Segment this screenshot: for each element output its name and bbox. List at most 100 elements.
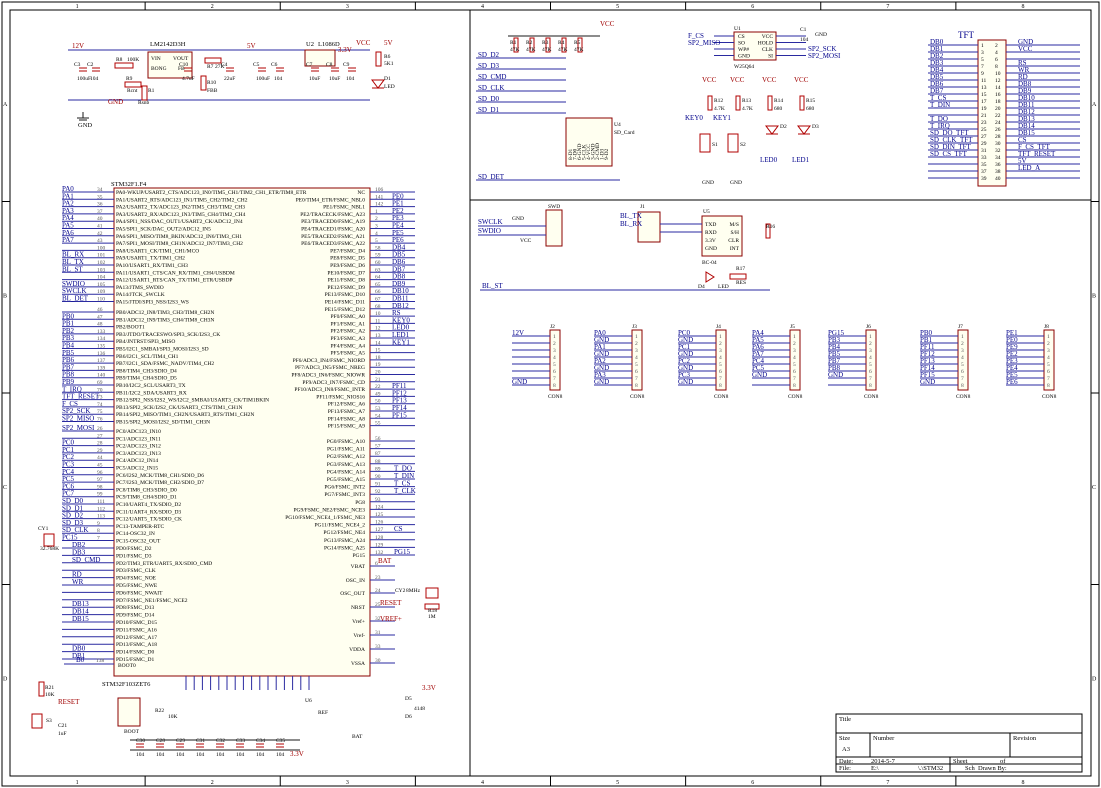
svg-text:GND: GND (512, 216, 524, 222)
mcu-pin-number: 22 (375, 384, 381, 390)
mcu-pin-number: 139 (97, 365, 106, 371)
flash-pin-left: WP# (738, 47, 749, 53)
cap-value: 104 (176, 752, 185, 758)
mcu-pin-function: PE6/TRACED3/FSMC_A22 (301, 241, 365, 247)
svg-text:SD_Card: SD_Card (614, 130, 635, 136)
header-pin-number: 5 (719, 362, 722, 368)
grid-col-label: 7 (886, 4, 889, 10)
mcu-pin-function: PG3/FSMC_A13 (327, 462, 365, 468)
mcu-pin-number: 21 (375, 377, 381, 383)
header-name: CON8 (714, 394, 729, 400)
resistor-r9 (124, 81, 142, 88)
mcu-pin-function: PC10/UART4_TX/SDIO_D2 (116, 502, 181, 508)
regulator-part: LM2142D3H (150, 41, 186, 48)
mcu-pin-function: PD0/FSMC_D2 (116, 546, 152, 552)
crystal-cy2 (425, 587, 439, 599)
svg-text:SP2_MOSI: SP2_MOSI (808, 52, 841, 60)
header-pin-number: 5 (793, 362, 796, 368)
resistor-label: R12 (714, 98, 723, 104)
svg-text:R17: R17 (736, 266, 745, 272)
svg-text:D6: D6 (405, 714, 412, 720)
cap-value: 104 (136, 752, 145, 758)
header-pin-number: 7 (869, 376, 872, 382)
mcu-pin-function: PB9/TIM4_CH4/SDIO_D5 (116, 376, 177, 382)
mcu-pin-number: 37 (97, 209, 103, 215)
mcu-pin-function: PA10/USART1_RX/TIM1_CH3 (116, 263, 188, 269)
header-name: CON8 (630, 394, 645, 400)
power-section: 12V 5V 3.3V VCC 5V GND LM2142D3H VIN VOU… (68, 39, 395, 129)
sd-net-label: SD_CMD (478, 73, 506, 81)
svg-text:U4: U4 (614, 122, 621, 128)
mcu-pin-function: PA2/USART2_TX/ADC123_IN2/TIM5_CH3/TIM2_C… (116, 205, 245, 211)
tft-pin-number: 28 (995, 134, 1001, 140)
mcu-pin-function: PG7/FSMC_INT3 (324, 492, 365, 498)
mcu-pin-number: 44 (97, 455, 103, 461)
resistor-r1 (141, 85, 148, 101)
grid-col-label: 1 (76, 780, 79, 786)
cap-label: C7 (306, 62, 313, 68)
mcu-pin-number: 60 (375, 260, 381, 266)
header-pin-number: 8 (635, 383, 638, 389)
tft-pin-number: 25 (981, 127, 987, 133)
mcu-pin-function: PE5/TRACED2/FSMC_A21 (301, 234, 365, 240)
cap-label: C3 (74, 62, 81, 68)
header-pin-number: 6 (869, 369, 872, 375)
cap-label: C5 (253, 62, 260, 68)
mcu-pin-number: 57 (375, 444, 381, 450)
resistor-r21 (38, 681, 45, 697)
cap-value: 104 (346, 76, 355, 82)
resistor-label: R5 (574, 40, 581, 46)
resistor-value: 47K (558, 47, 568, 53)
mcu-ref: STM32F103ZET6 (102, 681, 151, 688)
headers-section: J2CON8112V2345678GNDJ3CON81PA02GND3PA14G… (512, 324, 1057, 400)
mcu-pin-function: PF11/FSMC_NIOS16 (316, 394, 365, 400)
svg-text:A3: A3 (842, 746, 850, 753)
led-d3 (797, 125, 811, 135)
mcu-pin-function: PG0/FSMC_A10 (327, 439, 365, 445)
svg-text:VIN: VIN (151, 56, 161, 62)
mcu-pin-number: 104 (97, 275, 106, 281)
svg-text:D5: D5 (405, 696, 412, 702)
mcu-pin-function: PF3/FSMC_A3 (330, 336, 365, 342)
svg-text:J1: J1 (640, 204, 645, 210)
grid-row-label: B (3, 293, 7, 299)
tft-pin-number: 2 (995, 43, 998, 49)
mcu-pin-function: PA4/SPI1_NSS/DAC_OUT1/USART2_CK/ADC12_IN… (116, 219, 243, 225)
mcu-pin-number: 113 (97, 514, 105, 520)
mcu-pin-number: 48 (97, 322, 103, 328)
mcu-pin-function: PD2/TIM3_ETR/UART5_RX/SDIO_CMD (116, 561, 212, 567)
grid-col-label: 3 (346, 4, 349, 10)
mcu-pin-function: PC11/UART4_RX/SDIO_D3 (116, 509, 181, 515)
mcu-pin-function: PG15 (352, 553, 365, 559)
mcu-pin-function: PD5/FSMC_NWE (116, 583, 158, 589)
mcu-pin-number: 59 (375, 253, 381, 259)
header-net-label: PE6 (1006, 378, 1018, 386)
header-pin-number: 2 (793, 341, 796, 347)
resistor-value: 47K (510, 47, 520, 53)
mcu-pin-function: PD9/FSMC_D14 (116, 613, 154, 619)
gnd-label: GND (730, 180, 742, 186)
ldo-part: L1086D (318, 41, 340, 48)
svg-text:VREF+: VREF+ (380, 615, 402, 623)
header-pin-number: 7 (635, 376, 638, 382)
sd-card-section: SD_D2 SD_D3 SD_CMD SD_CLK SD_D0 SD_D1 SD_DET R… (476, 20, 635, 181)
header-pin-number: 5 (1047, 362, 1050, 368)
cap-label: C2 (87, 62, 94, 68)
mcu-pin-function: VSSA (351, 661, 365, 667)
svg-text:D1: D1 (384, 76, 391, 82)
svg-text:R22: R22 (155, 708, 164, 714)
resistor-label: R1 (510, 40, 517, 46)
mcu-pin-function: PA8/USART1_CK/TIM1_CH1/MCO (116, 248, 199, 254)
mcu-name: STM32F1.F4 (111, 181, 147, 188)
mcu-pin-function: PB10/I2C2_SCL/USART3_TX (116, 383, 186, 389)
mcu-pin-number: 13 (375, 333, 381, 339)
tft-pin-number: 18 (995, 99, 1001, 105)
tft-pin-number: 6 (995, 57, 998, 63)
header-pin-number: 5 (961, 362, 964, 368)
mcu-pin-number: 74 (97, 402, 103, 408)
flash-pin-left: CS (738, 34, 745, 40)
switch-label: S2 (740, 142, 746, 148)
boot-jumper (117, 697, 141, 727)
mcu-pin-function: PB12/SPI2_NSS/I2S2_WS/I2C2_SMBAI/USART3_… (116, 398, 269, 404)
mcu-net-label: WR (72, 578, 84, 586)
